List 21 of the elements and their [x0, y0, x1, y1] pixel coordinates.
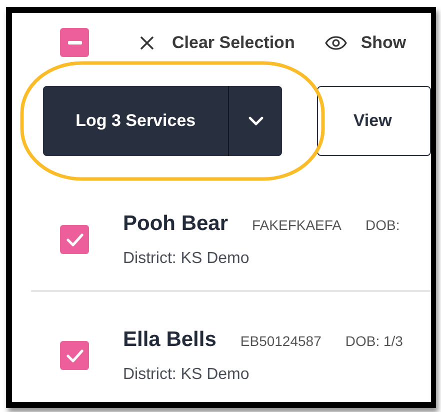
show-link[interactable]: Show [360, 32, 406, 52]
student-id: FAKEFKAEFA [252, 217, 342, 233]
district-text: District: KS Demo [123, 366, 250, 384]
minus-icon [68, 40, 82, 44]
student-name[interactable]: Ella Bells [123, 328, 216, 352]
close-icon[interactable] [140, 36, 154, 50]
row-checkbox[interactable] [60, 225, 89, 254]
dob-label: DOB: 1/3 [345, 333, 403, 349]
checkmark-icon [66, 232, 84, 246]
district-text: District: KS Demo [123, 250, 250, 268]
view-button[interactable]: View [317, 86, 431, 156]
select-all-checkbox[interactable] [60, 28, 89, 57]
row-checkbox[interactable] [60, 341, 89, 370]
chevron-down-icon [248, 116, 264, 126]
log-services-button[interactable]: Log 3 Services [43, 86, 230, 156]
student-name[interactable]: Pooh Bear [123, 212, 228, 236]
student-id: EB50124587 [240, 333, 322, 349]
eye-icon[interactable] [324, 36, 347, 50]
dob-label: DOB: [366, 217, 400, 233]
clear-selection-link[interactable]: Clear Selection [172, 32, 295, 52]
checkmark-icon [66, 348, 84, 362]
